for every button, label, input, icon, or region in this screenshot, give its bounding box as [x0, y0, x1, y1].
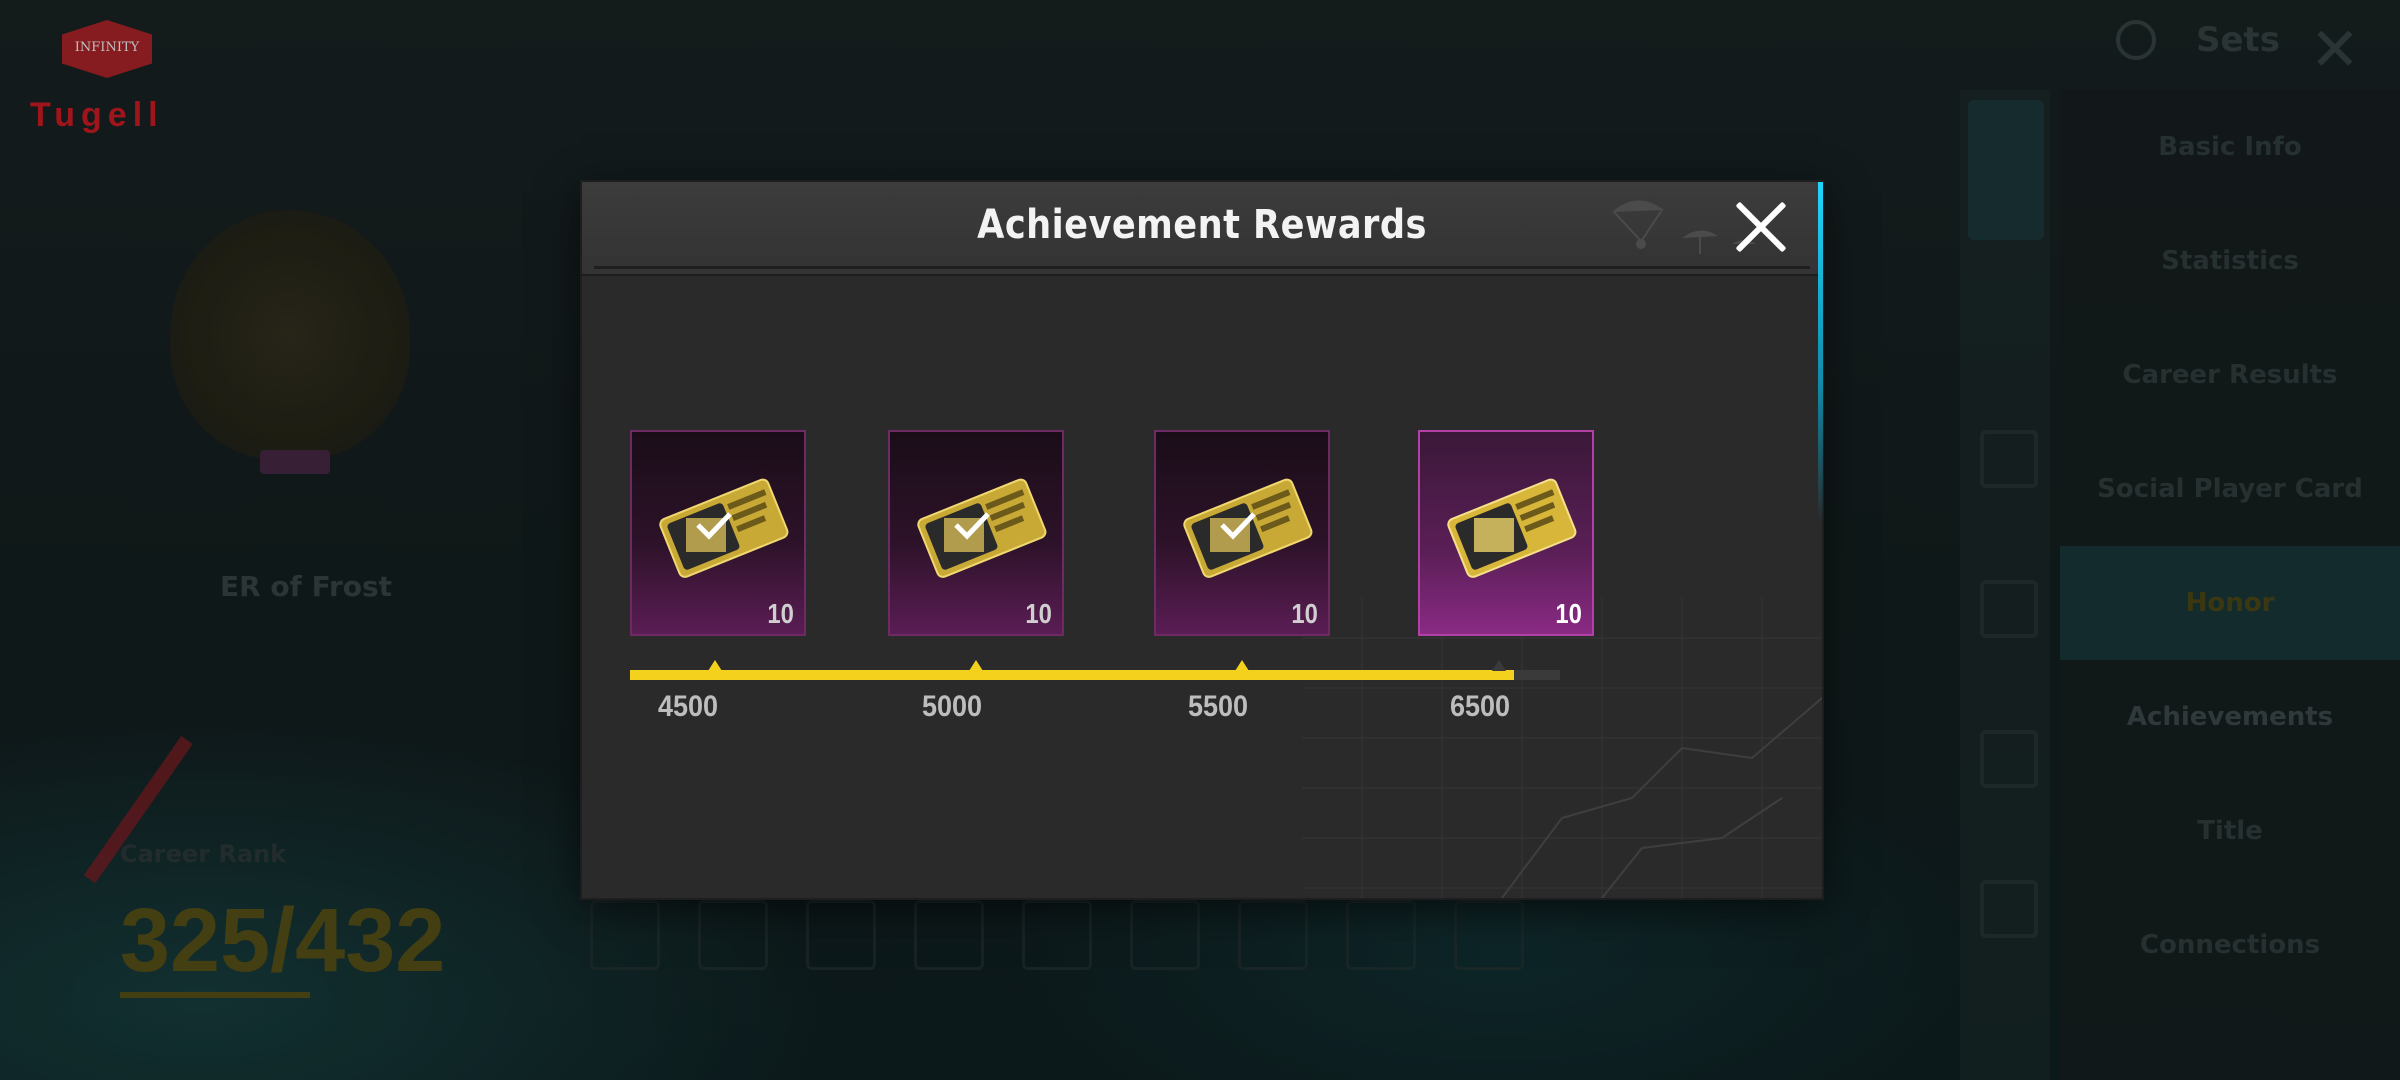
reward-card-unclaimed[interactable]: 10: [1418, 430, 1594, 636]
reward-quantity: 10: [1555, 598, 1582, 629]
dialog-accent-edge: [1818, 182, 1823, 522]
reward-card[interactable]: 10: [630, 430, 806, 636]
progress-marker: [969, 660, 983, 671]
reward-quantity: 10: [1025, 598, 1052, 629]
reward-card[interactable]: 10: [888, 430, 1064, 636]
ticket-icon: [1447, 478, 1577, 578]
reward-quantity: 10: [767, 598, 794, 629]
threshold-label: 5000: [922, 690, 983, 723]
dialog-header: Achievement Rewards: [582, 182, 1822, 276]
threshold-label: 4500: [658, 690, 719, 723]
map-decoration: [1302, 598, 1822, 898]
achievement-rewards-dialog: Achievement Rewards 10 10 10 10 4500 500…: [582, 182, 1822, 898]
reward-quantity: 10: [1291, 598, 1318, 629]
header-divider: [594, 266, 1810, 269]
check-icon: [696, 512, 732, 540]
progress-marker: [1235, 660, 1249, 671]
dialog-title: Achievement Rewards: [977, 202, 1427, 248]
close-icon[interactable]: [1730, 196, 1794, 260]
check-icon: [1220, 512, 1256, 540]
check-icon: [954, 512, 990, 540]
threshold-label: 5500: [1188, 690, 1249, 723]
progress-marker: [708, 660, 722, 671]
progress-track: [630, 670, 1560, 680]
threshold-label: 6500: [1450, 690, 1511, 723]
reward-card[interactable]: 10: [1154, 430, 1330, 636]
progress-marker: [1492, 660, 1506, 671]
progress-fill: [630, 670, 1514, 680]
